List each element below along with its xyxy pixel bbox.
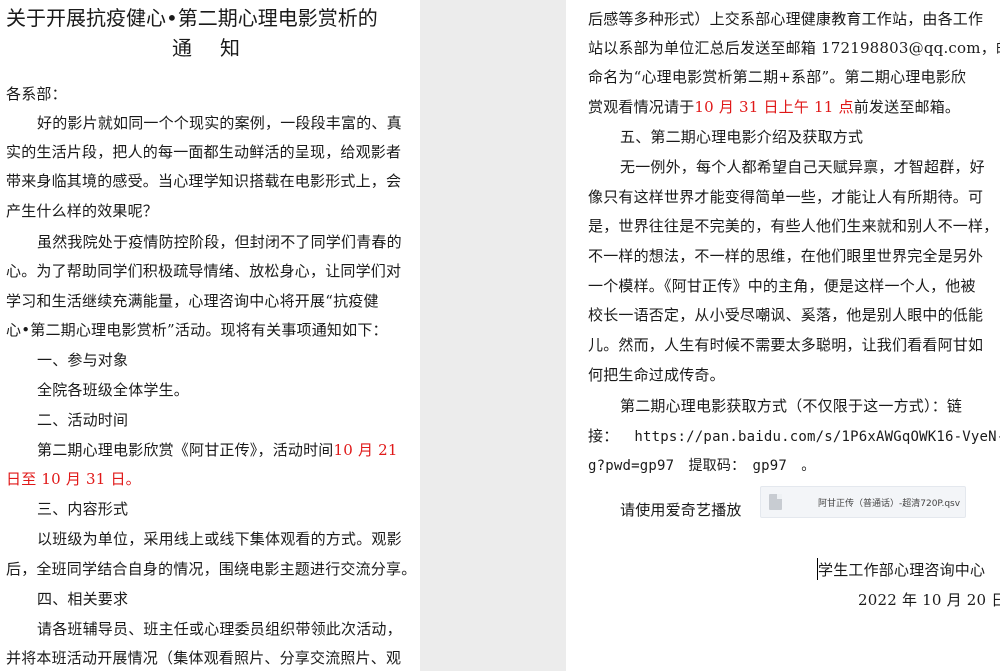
download-link-line: 接： https://pan.baidu.com/s/1P6xAWGqOWK16-… [588,426,1000,447]
paragraph-line: 一个模样。《阿甘正传》中的主角，便是这样一个人，他被 [588,277,976,295]
paragraph-line: 像只有这样世界才能变得简单一些，才能让人有所期待。可 [588,188,984,206]
activity-time-text: 第二期心理电影欣赏《阿甘正传》，活动时间 [37,441,334,459]
paragraph-line: 无一例外，每个人都希望自己天赋异禀，才智超群，好 [620,158,985,176]
section-heading: 二、活动时间 [37,411,129,429]
deadline-text: 赏观看情况请于 [588,98,695,116]
attachment-filename: 阿甘正传（普通话）-超清720P.qsv [818,499,961,509]
greeting: 各系部： [6,85,67,103]
deadline-date: 10 月 31 日上午 11 点 [694,98,854,116]
paragraph-line: 命名为“心理电影赏析第二期+系部”。第二期心理电影欣 [588,68,967,86]
deadline-line: 赏观看情况请于10 月 31 日上午 11 点前发送至邮箱。 [588,97,960,117]
section-text: 以班级为单位，采用线上或线下集体观看的方式。观影 [37,530,402,548]
notice-title-line1: 关于开展抗疫健心•第二期心理电影赏析的 [6,6,378,30]
paragraph-line: 校长一语否定，从小受尽嘲讽、奚落，他是别人眼中的低能 [588,306,984,324]
section-heading: 五、第二期心理电影介绍及获取方式 [620,128,864,146]
paragraph-line: 实的生活片段，把人的每一面都生动鲜活的呈现，给观影者 [6,143,402,161]
download-link[interactable]: https://pan.baidu.com/s/1P6xAWGqOWK16-Vy… [634,429,1000,445]
activity-end-date: 日至 10 月 31 日。 [6,470,141,488]
signature-department: 学生工作部心理咨询中心 [818,561,986,579]
paragraph-line: 何把生命过成传奇。 [588,366,725,384]
paragraph-line: 后感等多种形式）上交系部心理健康教育工作站，由各工作 [588,10,984,28]
paragraph-line: 学习和生活继续充满能量，心理咨询中心将开展“抗疫健 [6,292,379,310]
section-text: 后，全班同学结合自身的情况，围绕电影主题进行交流分享。 [6,560,417,578]
section-text: 请各班辅导员、班主任或心理委员组织带领此次活动， [37,620,402,638]
activity-time-line: 第二期心理电影欣赏《阿甘正传》，活动时间10 月 21 [37,440,398,460]
section-text: 全院各班级全体学生。 [37,381,190,399]
section-heading: 一、参与对象 [37,351,129,369]
paragraph-line: 不一样的想法，不一样的思维，在他们眼里世界完全是另外 [588,247,984,265]
section-text: 并将本班活动开展情况（集体观看照片、分享交流照片、观 [6,649,402,667]
notice-title-line2: 通 知 [172,36,244,60]
deadline-text-end: 前发送至邮箱。 [853,98,961,116]
player-note: 请使用爱奇艺播放 [620,501,742,519]
page-gutter [420,0,566,671]
attachment-file[interactable]: 阿甘正传（普通话）-超清720P.qsv [760,486,966,518]
paragraph-line: 虽然我院处于疫情防控阶段，但封闭不了同学们青春的 [37,233,402,251]
paragraph-line: 产生什么样的效果呢？ [6,202,159,220]
file-icon [769,494,782,510]
paragraph-line: 心•第二期心理电影赏析”活动。现将有关事项通知如下： [6,321,388,339]
extraction-code: g?pwd=gp97 提取码： gp97 。 [588,458,816,474]
paragraph-line: 是，世界往往是不完美的，有些人他们生来就和别人不一样， [588,217,999,235]
section-heading: 四、相关要求 [37,590,129,608]
download-link-label: 接： [588,427,619,445]
paragraph-line: 好的影片就如同一个个现实的案例，一段段丰富的、真 [37,114,402,132]
paragraph-line: 儿。然而，人生有时候不需要太多聪明，让我们看看阿甘如 [588,336,984,354]
paragraph-line: 站以系部为单位汇总后发送至邮箱 172198803@qq.com，邮件 [588,39,1000,57]
paragraph-line: 带来身临其境的感受。当心理学知识搭载在电影形式上，会 [6,172,402,190]
activity-start-date: 10 月 21 [333,441,398,459]
download-method-text: 第二期心理电影获取方式（不仅限于这一方式）：链 [620,397,963,415]
signature-date: 2022 年 10 月 20 日 [858,591,1000,609]
paragraph-line: 心。为了帮助同学们积极疏导情绪、放松身心，让同学们对 [6,262,402,280]
section-heading: 三、内容形式 [37,500,129,518]
